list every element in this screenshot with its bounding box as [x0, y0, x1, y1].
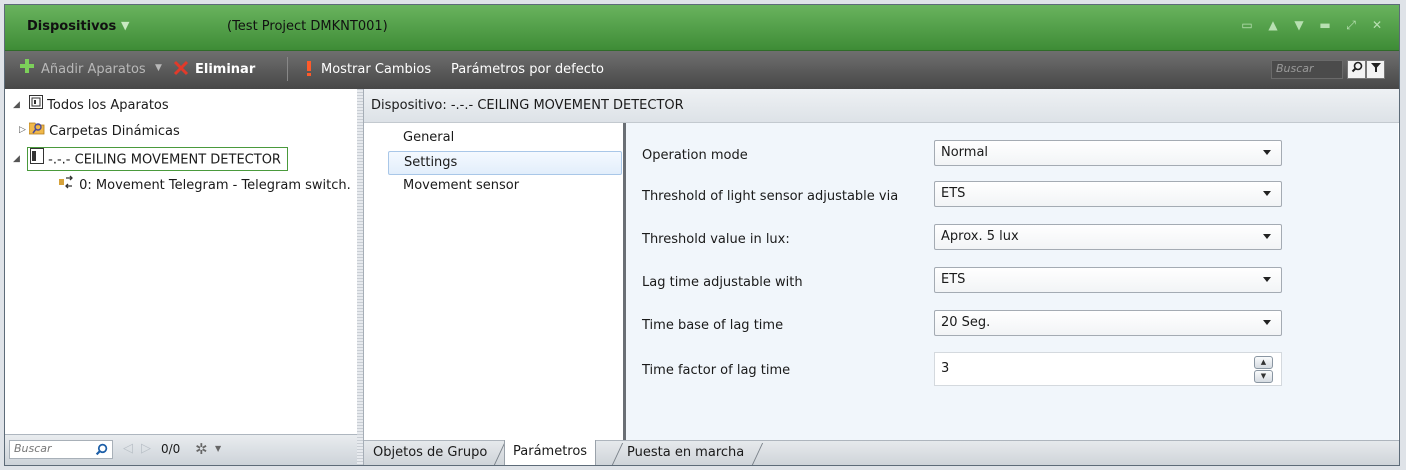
chevron-down-icon[interactable]: ▼: [121, 19, 129, 32]
tab-separator: [751, 443, 764, 465]
devices-window: Dispositivos ▼ (Test Project DMKNT001) ▭…: [4, 4, 1400, 466]
time-factor-spinner[interactable]: 3 ▲ ▼: [934, 352, 1282, 386]
tab-parameters[interactable]: Parámetros: [504, 440, 597, 465]
filter-icon[interactable]: [1366, 60, 1385, 79]
close-icon[interactable]: ✕: [1369, 18, 1385, 33]
dropdown-arrow-icon: [1263, 191, 1271, 196]
tree-item-label: Todos los Aparatos: [47, 98, 169, 113]
panel-splitter[interactable]: [357, 89, 364, 465]
nav-item-settings[interactable]: Settings: [388, 151, 622, 175]
dropdown-arrow-icon: [1263, 320, 1271, 325]
search-icon[interactable]: [95, 443, 108, 459]
time-base-select[interactable]: 20 Seg.: [934, 310, 1282, 336]
collapse-arrow-icon[interactable]: ◢: [13, 100, 20, 110]
chevron-down-icon[interactable]: ▼: [215, 444, 221, 453]
show-changes-button[interactable]: Mostrar Cambios: [321, 62, 431, 77]
select-value: Normal: [941, 145, 989, 160]
add-devices-button[interactable]: Añadir Aparatos: [41, 62, 146, 77]
previous-icon[interactable]: ◁: [123, 441, 133, 456]
operation-mode-select[interactable]: Normal: [934, 140, 1282, 166]
title-bar: Dispositivos ▼ (Test Project DMKNT001) ▭…: [5, 5, 1399, 51]
next-icon[interactable]: ▷: [141, 441, 151, 456]
tree-footer: Buscar ◁ ▷ 0/0 ✲ ▼: [5, 434, 357, 465]
add-icon: [19, 58, 35, 78]
tree-item-ceiling-movement-detector[interactable]: -.-.- CEILING MOVEMENT DETECTOR: [27, 147, 288, 171]
restore-icon[interactable]: ▭: [1239, 18, 1255, 33]
default-parameters-button[interactable]: Parámetros por defecto: [451, 62, 604, 77]
device-icon: [30, 148, 44, 172]
dropdown-arrow-icon: [1263, 150, 1271, 155]
device-detail-panel: Dispositivo: -.-.- CEILING MOVEMENT DETE…: [364, 89, 1399, 465]
minimize-icon[interactable]: ▬: [1317, 18, 1333, 33]
maximize-icon[interactable]: ⤢: [1343, 18, 1359, 33]
scroll-down-icon[interactable]: ▼: [1291, 18, 1307, 33]
dropdown-arrow-icon: [1263, 277, 1271, 282]
top-search-input[interactable]: Buscar: [1271, 60, 1343, 79]
select-value: ETS: [941, 272, 966, 287]
device-tree-panel: ◢ Todos los Aparatos ▷ Carpetas Dinámica…: [5, 89, 358, 465]
dropdown-arrow-icon: [1263, 234, 1271, 239]
nav-item-general[interactable]: General: [388, 127, 622, 151]
param-label-time-base: Time base of lag time: [642, 318, 784, 333]
delete-button[interactable]: Eliminar: [195, 62, 255, 77]
select-value: Aprox. 5 lux: [941, 229, 1019, 244]
window-title[interactable]: Dispositivos: [27, 19, 116, 34]
parameters-form: Operation mode Normal Threshold of light…: [626, 123, 1398, 441]
param-label-threshold-lux: Threshold value in lux:: [642, 232, 790, 247]
delete-icon: [173, 60, 189, 80]
group-object-icon: [59, 175, 75, 196]
window-controls: ▭ ▲ ▼ ▬ ⤢ ✕: [1239, 18, 1385, 33]
parameter-pages-list: General Settings Movement sensor: [364, 123, 623, 441]
param-label-time-factor: Time factor of lag time: [642, 363, 791, 378]
scroll-up-icon[interactable]: ▲: [1265, 18, 1281, 33]
dynamic-folder-icon: [28, 121, 45, 142]
tree-item-group-object[interactable]: 0: Movement Telegram - Telegram switch.: [59, 175, 351, 195]
tree-item-label: -.-.- CEILING MOVEMENT DETECTOR: [48, 152, 281, 168]
warning-icon: [305, 60, 313, 80]
device-list-icon: [29, 95, 43, 116]
threshold-source-select[interactable]: ETS: [934, 181, 1282, 207]
spinner-value: 3: [941, 361, 950, 376]
add-dropdown-icon[interactable]: ▼: [155, 63, 162, 73]
spin-up-icon[interactable]: ▲: [1254, 356, 1273, 369]
collapse-arrow-icon[interactable]: ◢: [13, 154, 20, 164]
select-value: ETS: [941, 186, 966, 201]
search-icon[interactable]: [1347, 60, 1366, 79]
param-label-threshold-source: Threshold of light sensor adjustable via: [642, 189, 899, 204]
project-name: (Test Project DMKNT001): [227, 19, 388, 34]
bottom-tabs: Objetos de Grupo Parámetros Puesta en ma…: [364, 440, 1399, 465]
tab-separator: [611, 443, 624, 465]
tree-item-dynamic-folders[interactable]: Carpetas Dinámicas: [28, 121, 180, 142]
gear-icon[interactable]: ✲: [195, 440, 208, 458]
spin-down-icon[interactable]: ▼: [1254, 370, 1273, 383]
toolbar: Añadir Aparatos ▼ Eliminar Mostrar Cambi…: [5, 51, 1399, 90]
lag-time-source-select[interactable]: ETS: [934, 267, 1282, 293]
tab-commissioning[interactable]: Puesta en marcha: [627, 441, 744, 465]
tree-item-label: Carpetas Dinámicas: [49, 124, 180, 139]
select-value: 20 Seg.: [941, 315, 991, 330]
tree-item-label: 0: Movement Telegram - Telegram switch.: [79, 178, 351, 193]
threshold-lux-select[interactable]: Aprox. 5 lux: [934, 224, 1282, 250]
device-header: Dispositivo: -.-.- CEILING MOVEMENT DETE…: [364, 89, 1399, 123]
tab-group-objects[interactable]: Objetos de Grupo: [373, 441, 487, 465]
page-counter: 0/0: [161, 442, 181, 456]
expand-arrow-icon[interactable]: ▷: [19, 125, 26, 135]
param-label-operation-mode: Operation mode: [642, 148, 748, 163]
tree-item-all-devices[interactable]: Todos los Aparatos: [29, 95, 169, 115]
nav-item-movement-sensor[interactable]: Movement sensor: [388, 175, 622, 199]
param-label-lag-time-source: Lag time adjustable with: [642, 275, 803, 290]
toolbar-separator: [287, 57, 288, 81]
